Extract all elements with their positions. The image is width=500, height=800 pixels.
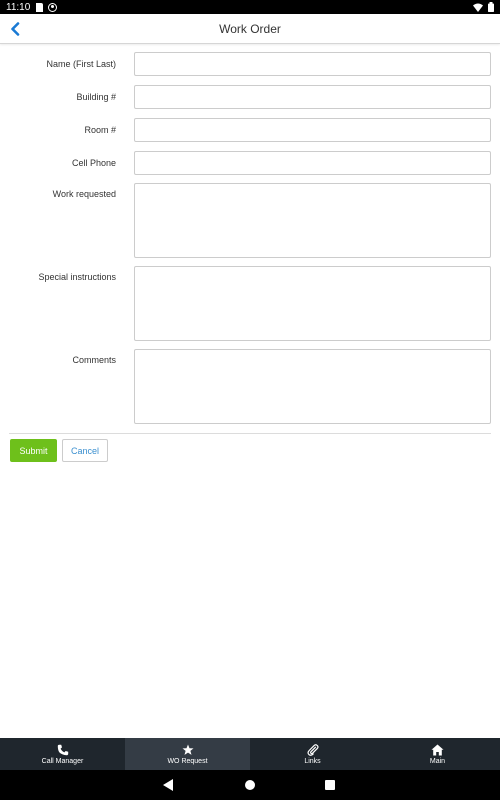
name-label: Name (First Last): [46, 59, 116, 69]
cell-phone-label: Cell Phone: [71, 158, 116, 168]
app-header: Work Order: [0, 14, 500, 44]
submit-button[interactable]: Submit: [10, 439, 57, 462]
work-requested-textarea[interactable]: [134, 183, 491, 258]
tab-main[interactable]: Main: [375, 738, 500, 770]
room-label: Room #: [84, 125, 116, 135]
form-divider: [9, 433, 491, 434]
comments-label: Comments: [72, 355, 116, 365]
tab-call-manager-label: Call Manager: [41, 758, 84, 765]
cell-phone-input[interactable]: [134, 151, 491, 175]
comments-textarea[interactable]: [134, 349, 491, 424]
special-instructions-textarea[interactable]: [134, 266, 491, 341]
tab-links[interactable]: Links: [250, 738, 375, 770]
nav-recents-icon[interactable]: [325, 780, 335, 790]
system-nav-bar: [0, 770, 500, 800]
special-instructions-label: Special instructions: [38, 272, 116, 282]
work-requested-label: Work requested: [52, 189, 116, 199]
status-bar: 11:10: [0, 0, 500, 14]
building-input[interactable]: [134, 85, 491, 109]
tab-wo-request[interactable]: WO Request: [125, 738, 250, 770]
at-sign-icon: [48, 2, 58, 12]
wifi-icon: [473, 3, 483, 12]
cancel-button[interactable]: Cancel: [62, 439, 108, 462]
chevron-left-icon: [11, 22, 20, 36]
paperclip-icon: [306, 743, 319, 756]
back-button[interactable]: [5, 19, 25, 39]
room-input[interactable]: [134, 118, 491, 142]
battery-icon: [488, 2, 494, 12]
status-time: 11:10: [6, 1, 31, 13]
name-input[interactable]: [134, 52, 491, 76]
tab-call-manager[interactable]: Call Manager: [0, 738, 125, 770]
phone-icon: [57, 743, 69, 756]
building-label: Building #: [76, 92, 116, 102]
page-title: Work Order: [219, 21, 281, 36]
nav-home-icon[interactable]: [245, 780, 255, 790]
tab-wo-request-label: WO Request: [167, 758, 208, 765]
home-icon: [431, 743, 444, 756]
star-icon: [182, 743, 194, 756]
tab-main-label: Main: [429, 758, 446, 765]
tab-links-label: Links: [304, 758, 321, 765]
bottom-tab-bar: Call Manager WO Request Links Main: [0, 738, 500, 770]
nav-back-icon[interactable]: [163, 779, 173, 791]
sd-card-icon: [36, 2, 44, 12]
